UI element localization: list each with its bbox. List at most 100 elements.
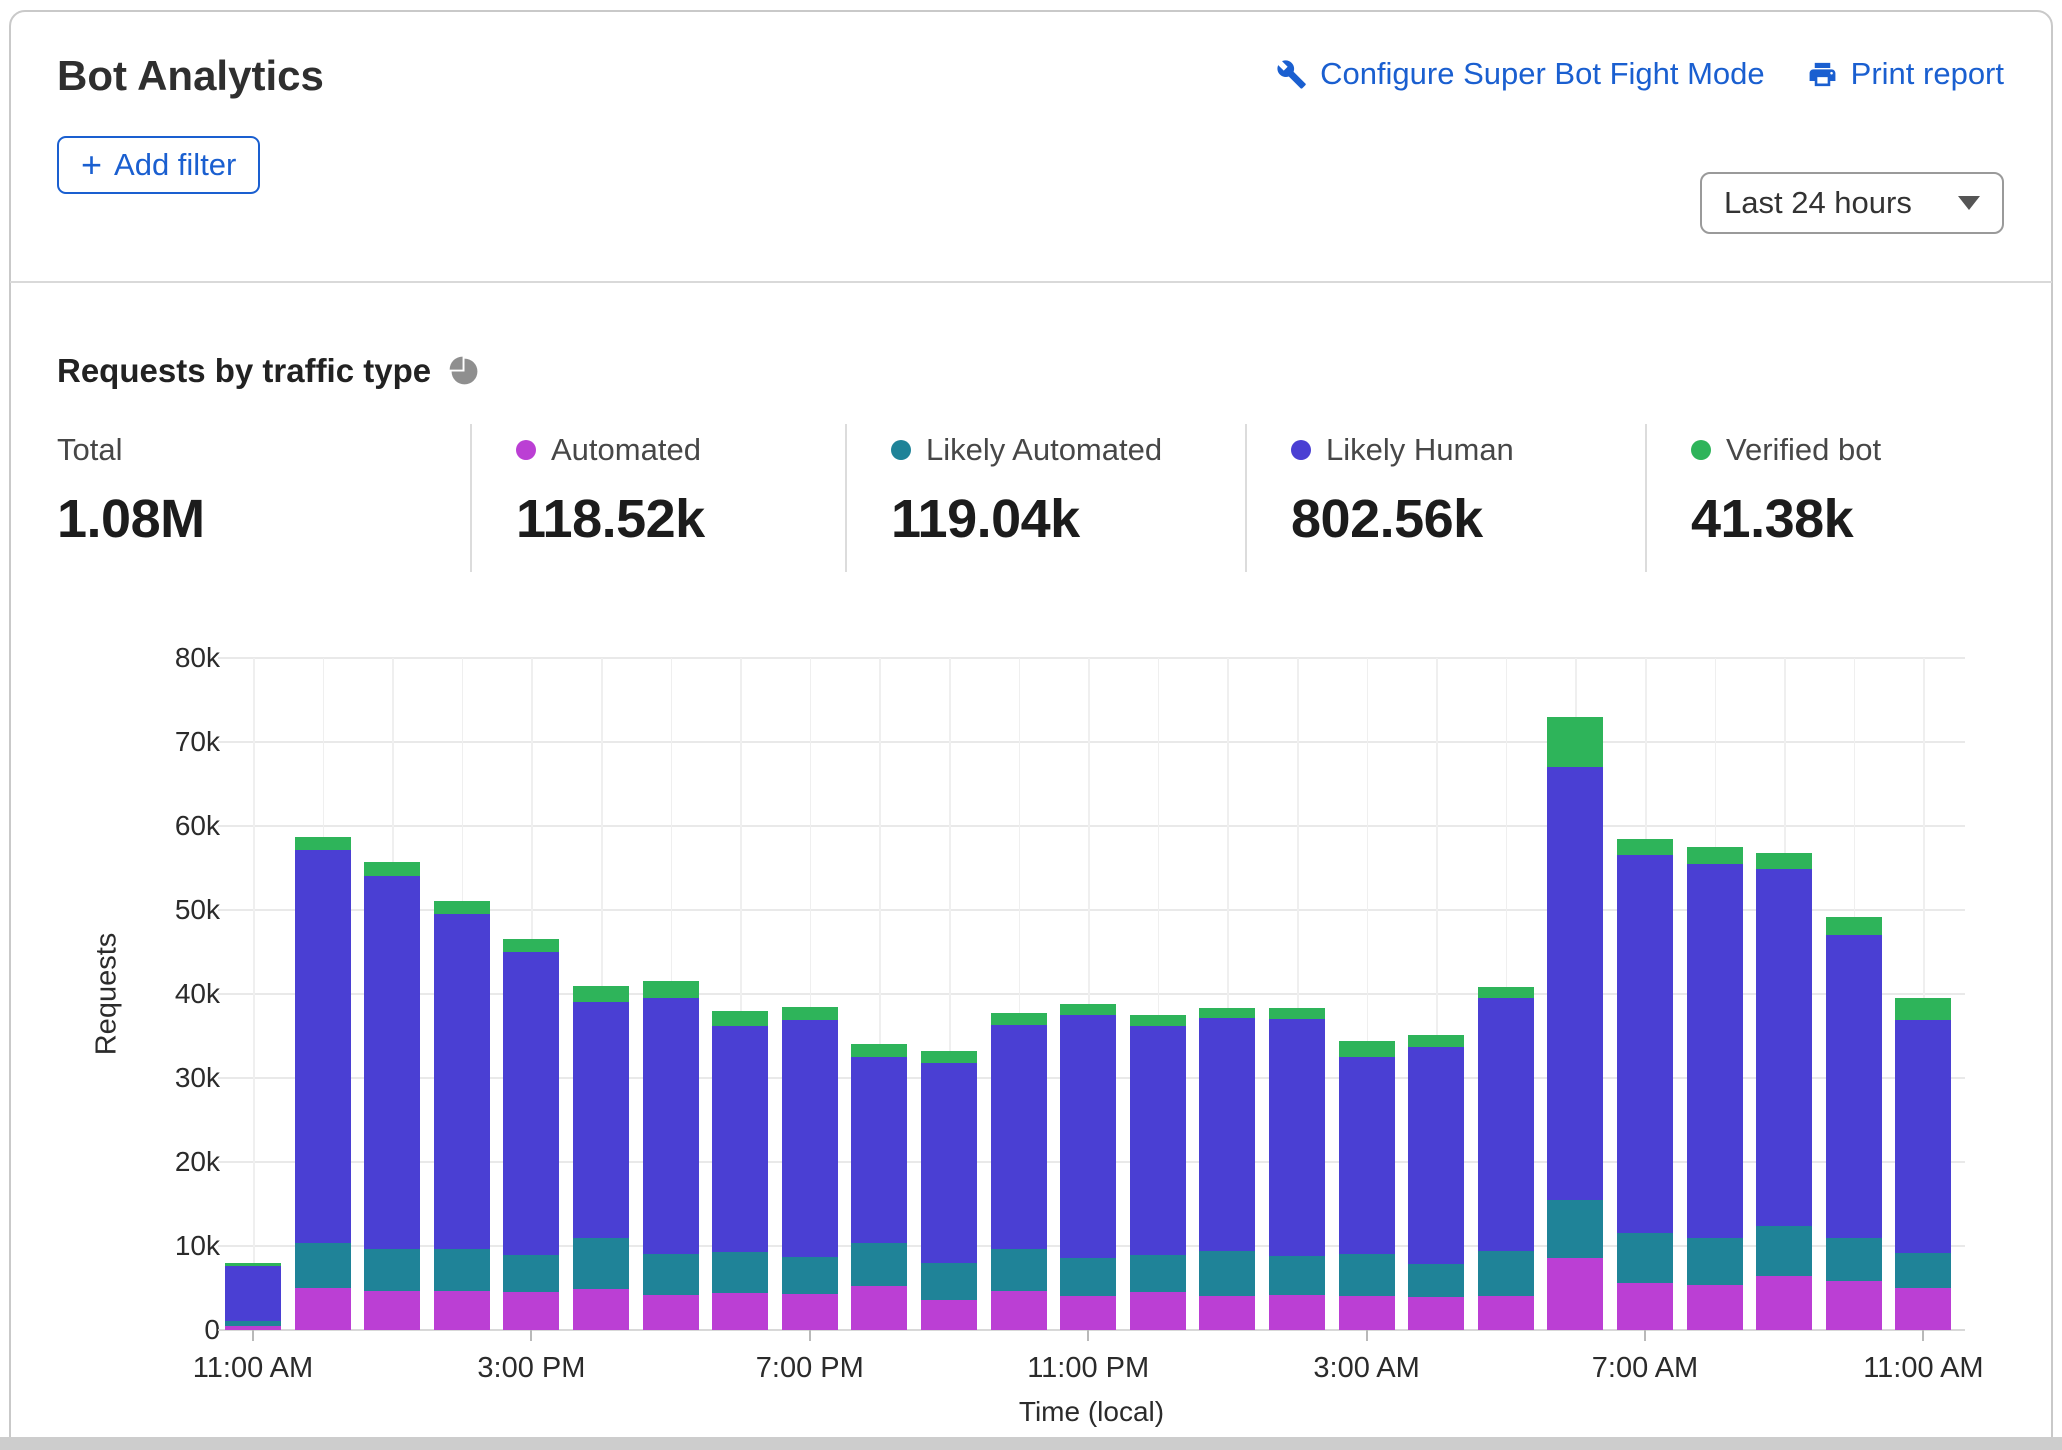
bar-segment[interactable] [1477,1251,1534,1297]
bar-segment[interactable] [364,862,421,877]
bar-segment[interactable] [503,1292,560,1330]
bar-segment[interactable] [1129,1292,1186,1330]
bar-segment[interactable] [1477,998,1534,1252]
bar-segment[interactable] [573,1238,629,1289]
bar-segment[interactable] [1338,1041,1395,1057]
bar-segment[interactable] [712,1293,769,1330]
bar-segment[interactable] [364,1291,421,1330]
bar-segment[interactable] [921,1299,977,1330]
bar-segment[interactable] [990,1291,1047,1330]
add-filter-button[interactable]: + Add filter [57,136,261,194]
bar-segment[interactable] [433,1249,490,1291]
bar-segment[interactable] [364,876,421,1249]
bar-segment[interactable] [642,981,699,999]
bar-segment[interactable] [1129,1255,1186,1293]
bar-segment[interactable] [1408,1297,1465,1330]
bar-segment[interactable] [1825,935,1882,1238]
bar-segment[interactable] [642,1294,699,1330]
bar-segment[interactable] [294,1288,351,1330]
configure-super-bot-fight-mode-link[interactable]: Configure Super Bot Fight Mode [1276,56,1765,92]
bar-segment[interactable] [712,1010,769,1026]
bar-segment[interactable] [1895,998,1952,1021]
bar-segment[interactable] [851,1044,908,1057]
bar-segment[interactable] [990,1249,1047,1292]
bar-segment[interactable] [1547,767,1604,1200]
bar-segment[interactable] [990,1025,1047,1250]
bar-segment[interactable] [573,1001,629,1239]
bar-segment[interactable] [1686,1284,1743,1330]
bar-segment[interactable] [1060,1257,1117,1296]
bar-segment[interactable] [1408,1263,1465,1298]
bar-segment[interactable] [642,998,699,1254]
bar-segment[interactable] [712,1251,769,1294]
bar-segment[interactable] [1617,838,1673,855]
bar-segment[interactable] [503,939,560,952]
bar-segment[interactable] [1477,1296,1534,1330]
bar-segment[interactable] [1895,1288,1952,1330]
bar-segment[interactable] [1547,716,1604,768]
horizontal-scrollbar[interactable] [0,1437,2062,1450]
bar-segment[interactable] [1338,1254,1395,1297]
bar-segment[interactable] [1895,1252,1952,1288]
bar-segment[interactable] [851,1286,908,1330]
bar-segment[interactable] [1338,1296,1395,1330]
bar-segment[interactable] [1199,1018,1256,1252]
bar-segment[interactable] [1060,1015,1117,1258]
bar-segment[interactable] [1547,1199,1604,1258]
bar-segment[interactable] [1895,1020,1952,1253]
time-range-dropdown[interactable]: Last 24 hours [1700,172,2004,234]
bar-segment[interactable] [1825,1237,1882,1282]
bar-segment[interactable] [1129,1025,1186,1256]
bar-segment[interactable] [1617,1233,1673,1283]
bar-segment[interactable] [921,1051,977,1063]
bar-segment[interactable] [433,914,490,1250]
bar-segment[interactable] [1269,1256,1325,1295]
bar-segment[interactable] [1199,1251,1256,1297]
bar-segment[interactable] [503,1255,560,1293]
bar-segment[interactable] [990,1013,1047,1026]
bar-segment[interactable] [1408,1035,1465,1047]
bar-segment[interactable] [1686,1238,1743,1285]
bar-segment[interactable] [364,1248,421,1292]
bar-segment[interactable] [294,836,351,850]
bar-segment[interactable] [573,985,629,1002]
bar-segment[interactable] [1477,987,1534,999]
bar-segment[interactable] [1129,1015,1186,1026]
bar-segment[interactable] [1199,1296,1256,1330]
bar-segment[interactable] [781,1293,838,1330]
bar-segment[interactable] [1269,1008,1325,1020]
bar-segment[interactable] [1686,863,1743,1239]
bar-segment[interactable] [294,849,351,1244]
bar-segment[interactable] [1269,1294,1325,1330]
bar-segment[interactable] [503,952,560,1256]
bar-segment[interactable] [851,1057,908,1243]
bar-segment[interactable] [781,1020,838,1257]
bar-segment[interactable] [225,1266,281,1321]
bar-segment[interactable] [712,1025,769,1252]
bar-segment[interactable] [433,1290,490,1330]
bar-segment[interactable] [1756,868,1813,1226]
bar-segment[interactable] [1825,916,1882,936]
bar-segment[interactable] [1756,1225,1813,1277]
bar-segment[interactable] [433,900,490,915]
print-report-link[interactable]: Print report [1807,56,2004,92]
bar-segment[interactable] [1617,1282,1673,1330]
bar-segment[interactable] [1199,1008,1256,1019]
bar-segment[interactable] [225,1262,281,1267]
bar-segment[interactable] [1686,847,1743,864]
bar-segment[interactable] [1756,852,1813,869]
bar-segment[interactable] [573,1288,629,1330]
bar-segment[interactable] [1617,854,1673,1234]
bar-segment[interactable] [851,1242,908,1287]
bar-segment[interactable] [921,1262,977,1300]
bar-segment[interactable] [921,1062,977,1263]
bar-segment[interactable] [1060,1004,1117,1015]
bar-segment[interactable] [294,1243,351,1288]
bar-segment[interactable] [781,1007,838,1021]
bar-segment[interactable] [1269,1019,1325,1257]
bar-segment[interactable] [1338,1057,1395,1255]
bar-segment[interactable] [1060,1295,1117,1330]
bar-segment[interactable] [225,1320,281,1326]
bar-segment[interactable] [1825,1281,1882,1330]
bar-segment[interactable] [1547,1257,1604,1330]
